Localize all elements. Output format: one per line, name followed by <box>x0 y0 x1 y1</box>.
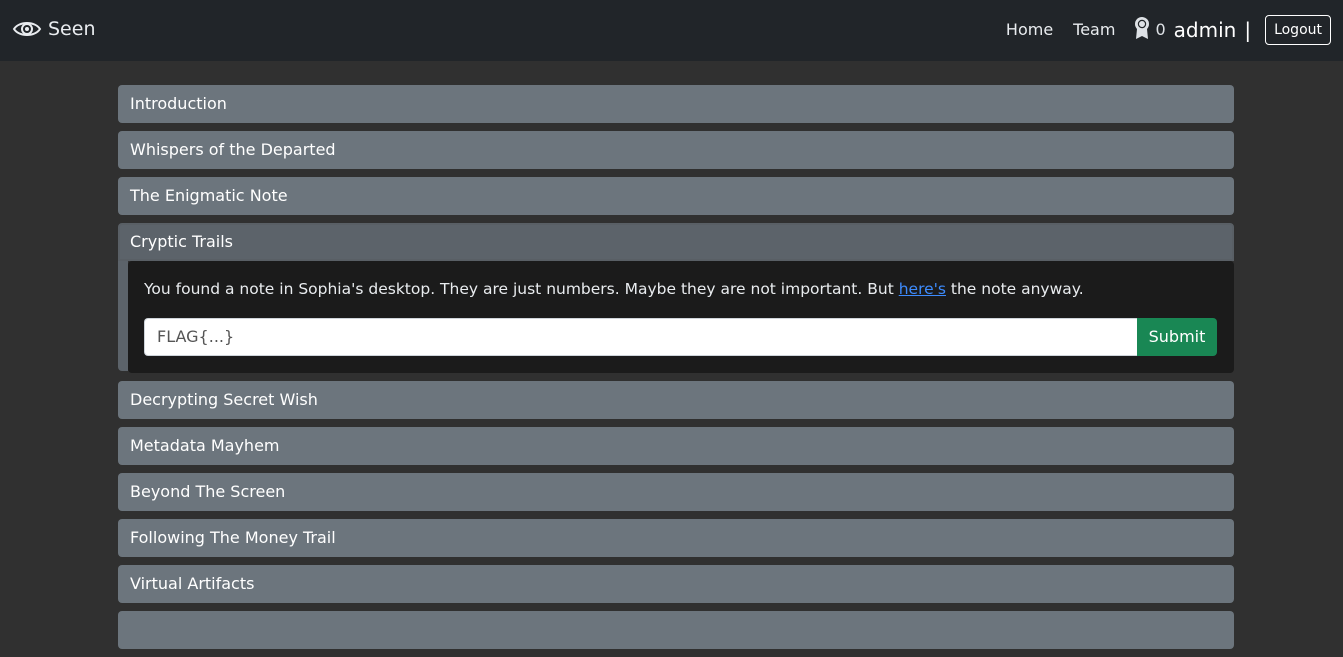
score: 0 <box>1133 16 1166 44</box>
note-link[interactable]: here's <box>899 280 946 298</box>
challenge-item-beyond-the-screen[interactable]: Beyond The Screen <box>118 473 1234 511</box>
logout-button[interactable]: Logout <box>1265 14 1331 45</box>
nav-link-team[interactable]: Team <box>1073 20 1115 39</box>
challenge-item-decrypting-secret-wish[interactable]: Decrypting Secret Wish <box>118 381 1234 419</box>
flag-input[interactable]: FLAG{...} <box>144 318 1137 356</box>
challenge-item-metadata-mayhem[interactable]: Metadata Mayhem <box>118 427 1234 465</box>
description-text-after: the note anyway. <box>945 280 1084 298</box>
challenge-panel: You found a note in Sophia's desktop. Th… <box>128 261 1234 373</box>
challenge-item-partial[interactable] <box>118 611 1234 649</box>
challenge-item-introduction[interactable]: Introduction <box>118 85 1234 123</box>
challenge-item-following-the-money-trail[interactable]: Following The Money Trail <box>118 519 1234 557</box>
separator: | <box>1244 17 1252 42</box>
challenge-item-virtual-artifacts[interactable]: Virtual Artifacts <box>118 565 1234 603</box>
challenge-item-the-enigmatic-note[interactable]: The Enigmatic Note <box>118 177 1234 215</box>
challenge-description: You found a note in Sophia's desktop. Th… <box>144 280 1084 298</box>
submit-button[interactable]: Submit <box>1137 318 1217 356</box>
challenge-item-cryptic-trails[interactable]: Cryptic Trails <box>118 223 1234 261</box>
challenge-panel-wrapper: You found a note in Sophia's desktop. Th… <box>118 261 1234 373</box>
challenge-item-whispers-of-the-departed[interactable]: Whispers of the Departed <box>118 131 1234 169</box>
challenge-list: Introduction Whispers of the Departed Th… <box>118 85 1234 657</box>
username: admin <box>1173 17 1237 42</box>
nav-right: Home Team 0 admin | Logout <box>1006 14 1331 45</box>
award-icon <box>1133 16 1151 44</box>
eye-icon <box>12 16 42 42</box>
navbar: Seen Home Team 0 admin | Logout <box>0 0 1343 61</box>
brand[interactable]: Seen <box>12 16 95 42</box>
brand-name: Seen <box>48 18 96 40</box>
panel-edge <box>118 261 128 371</box>
nav-link-home[interactable]: Home <box>1006 20 1053 39</box>
description-text-before: You found a note in Sophia's desktop. Th… <box>144 280 899 298</box>
score-value: 0 <box>1155 20 1166 39</box>
